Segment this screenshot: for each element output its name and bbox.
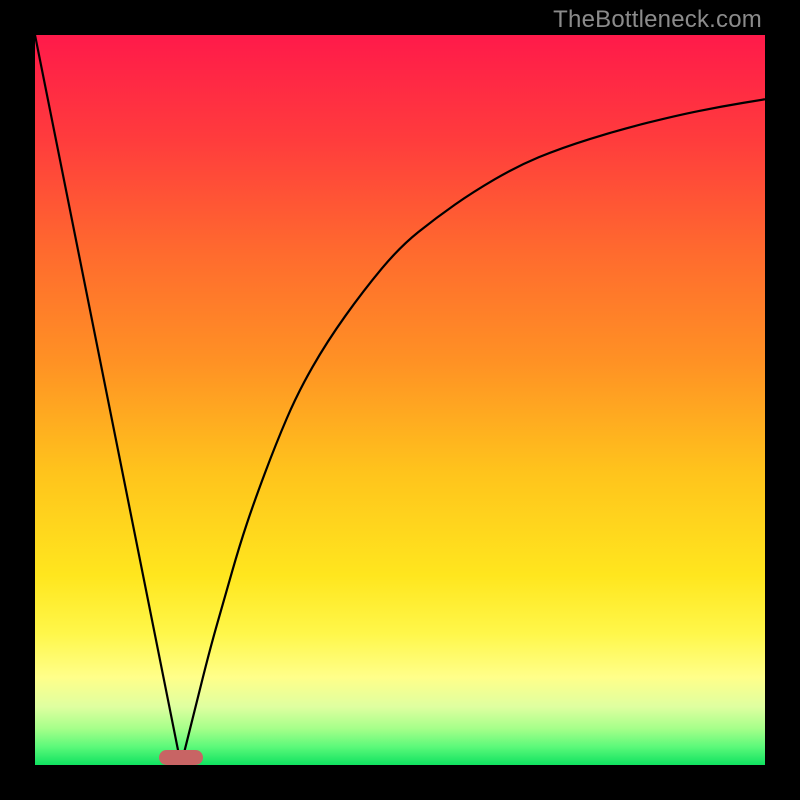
watermark-text: TheBottleneck.com xyxy=(553,6,762,34)
right-branch-curve xyxy=(181,99,765,765)
optimum-marker xyxy=(159,750,203,765)
curve-layer xyxy=(35,35,765,765)
left-branch-line xyxy=(35,35,181,765)
plot-area xyxy=(35,35,765,765)
chart-frame: TheBottleneck.com xyxy=(0,0,800,800)
